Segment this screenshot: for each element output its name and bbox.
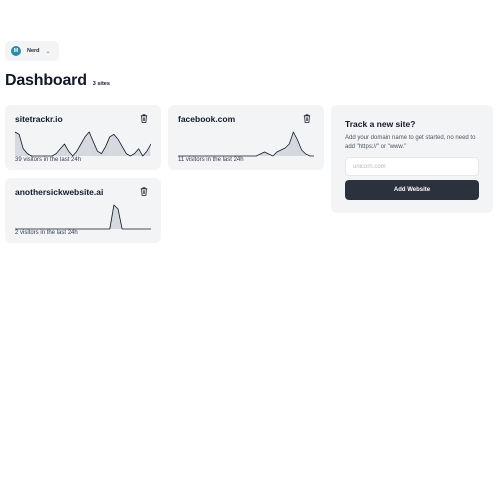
user-menu-button[interactable]: M Nerd ⌄ (5, 41, 59, 61)
track-site-description: Add your domain name to get started, no … (345, 135, 476, 150)
track-site-panel: Track a new site? Add your domain name t… (331, 105, 493, 213)
site-card[interactable]: facebook.com 11 visitors in the last 24h (168, 105, 324, 170)
trash-icon[interactable] (303, 114, 311, 123)
site-card[interactable]: anothersickwebsite.ai 2 visitors in the … (5, 178, 161, 243)
visitors-sparkline (15, 204, 151, 230)
visitors-sparkline (178, 131, 314, 157)
visitors-count: 11 visitors in the last 24h (178, 157, 244, 163)
visitors-count: 39 visitors in the last 24h (15, 157, 82, 163)
site-domain: sitetrackr.io (15, 114, 63, 124)
visitors-sparkline (15, 131, 151, 157)
page-header: Dashboard 3 sites (5, 72, 110, 90)
trash-icon[interactable] (140, 114, 148, 123)
site-card[interactable]: sitetrackr.io 39 visitors in the last 24… (5, 105, 161, 170)
sparkline-path (15, 204, 151, 230)
track-site-title: Track a new site? (345, 119, 416, 129)
visitors-count: 2 visitors in the last 24h (15, 230, 78, 236)
site-domain: anothersickwebsite.ai (15, 187, 104, 197)
sparkline-path (178, 131, 314, 157)
chevron-down-icon: ⌄ (45, 48, 51, 55)
site-count-badge: 3 sites (92, 81, 110, 87)
domain-input[interactable] (345, 157, 479, 176)
user-name: Nerd (27, 48, 40, 54)
add-website-button[interactable]: Add Website (345, 180, 479, 200)
page-title: Dashboard (5, 72, 87, 89)
site-domain: facebook.com (178, 114, 236, 124)
avatar: M (11, 46, 21, 56)
trash-icon[interactable] (140, 187, 148, 196)
